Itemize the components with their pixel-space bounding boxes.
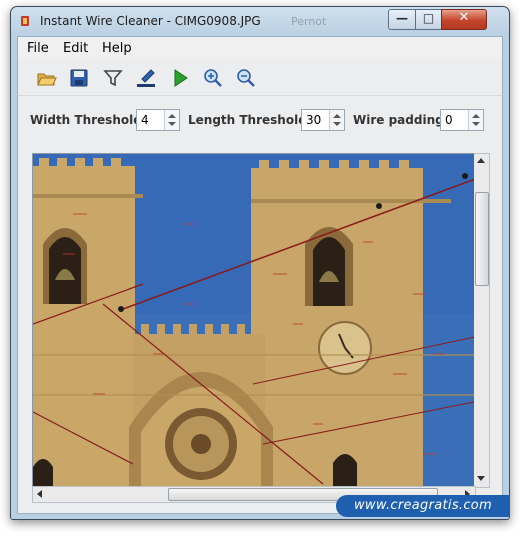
window-title: Instant Wire Cleaner - CIMG0908.JPG: [40, 14, 261, 28]
spinner-arrows-icon[interactable]: [468, 110, 483, 130]
zoom-out-icon[interactable]: [235, 67, 257, 89]
spinner-arrows-icon[interactable]: [164, 110, 179, 130]
menu-file[interactable]: File: [27, 41, 49, 56]
maximize-button[interactable]: □: [415, 9, 442, 30]
wire-padding-label: Wire padding: [353, 113, 444, 127]
filter-icon[interactable]: [102, 67, 124, 89]
app-icon: [21, 16, 29, 26]
brush-icon[interactable]: [135, 67, 157, 89]
open-folder-icon[interactable]: [35, 67, 57, 89]
close-button[interactable]: ✕: [441, 9, 487, 30]
cathedral-facade-photo[interactable]: [33, 154, 489, 487]
watermark-text: www.creagratis.com: [354, 498, 492, 513]
maximize-icon: □: [422, 11, 435, 25]
save-icon[interactable]: [68, 67, 90, 89]
minimize-button[interactable]: —: [388, 9, 416, 30]
close-icon: ✕: [458, 10, 470, 25]
length-threshold-label: Length Threshold: [188, 113, 307, 127]
app-window: Instant Wire Cleaner - CIMG0908.JPG Pern…: [10, 6, 510, 520]
width-threshold-spinner[interactable]: 4: [136, 109, 180, 131]
menu-bar: File Edit Help: [18, 37, 502, 59]
vertical-scrollbar[interactable]: [474, 153, 490, 488]
menu-edit[interactable]: Edit: [63, 41, 88, 56]
play-icon[interactable]: [169, 67, 191, 89]
spinner-arrows-icon[interactable]: [329, 110, 344, 130]
scroll-up-icon[interactable]: [477, 158, 485, 163]
scroll-down-icon[interactable]: [477, 476, 485, 481]
parameter-bar: Width Threshold 4 Length Threshold 30 Wi…: [18, 107, 502, 137]
width-threshold-value[interactable]: 4: [141, 113, 149, 127]
width-threshold-label: Width Threshold: [30, 113, 142, 127]
length-threshold-spinner[interactable]: 30: [301, 109, 345, 131]
image-viewport[interactable]: [32, 153, 490, 488]
watermark-banner: www.creagratis.com: [336, 495, 510, 517]
wire-padding-spinner[interactable]: 0: [440, 109, 484, 131]
length-threshold-value[interactable]: 30: [306, 113, 321, 127]
vertical-scroll-thumb[interactable]: [475, 192, 489, 286]
toolbar: [18, 61, 502, 96]
background-window-title: Pernot: [291, 15, 327, 28]
wire-padding-value[interactable]: 0: [445, 113, 453, 127]
minimize-icon: —: [396, 11, 408, 25]
client-area: File Edit Help Width Threshold 4 Length …: [17, 36, 503, 514]
zoom-in-icon[interactable]: [202, 67, 224, 89]
scroll-left-icon[interactable]: [37, 490, 42, 498]
title-bar[interactable]: Instant Wire Cleaner - CIMG0908.JPG Pern…: [11, 7, 509, 35]
menu-help[interactable]: Help: [102, 41, 132, 56]
